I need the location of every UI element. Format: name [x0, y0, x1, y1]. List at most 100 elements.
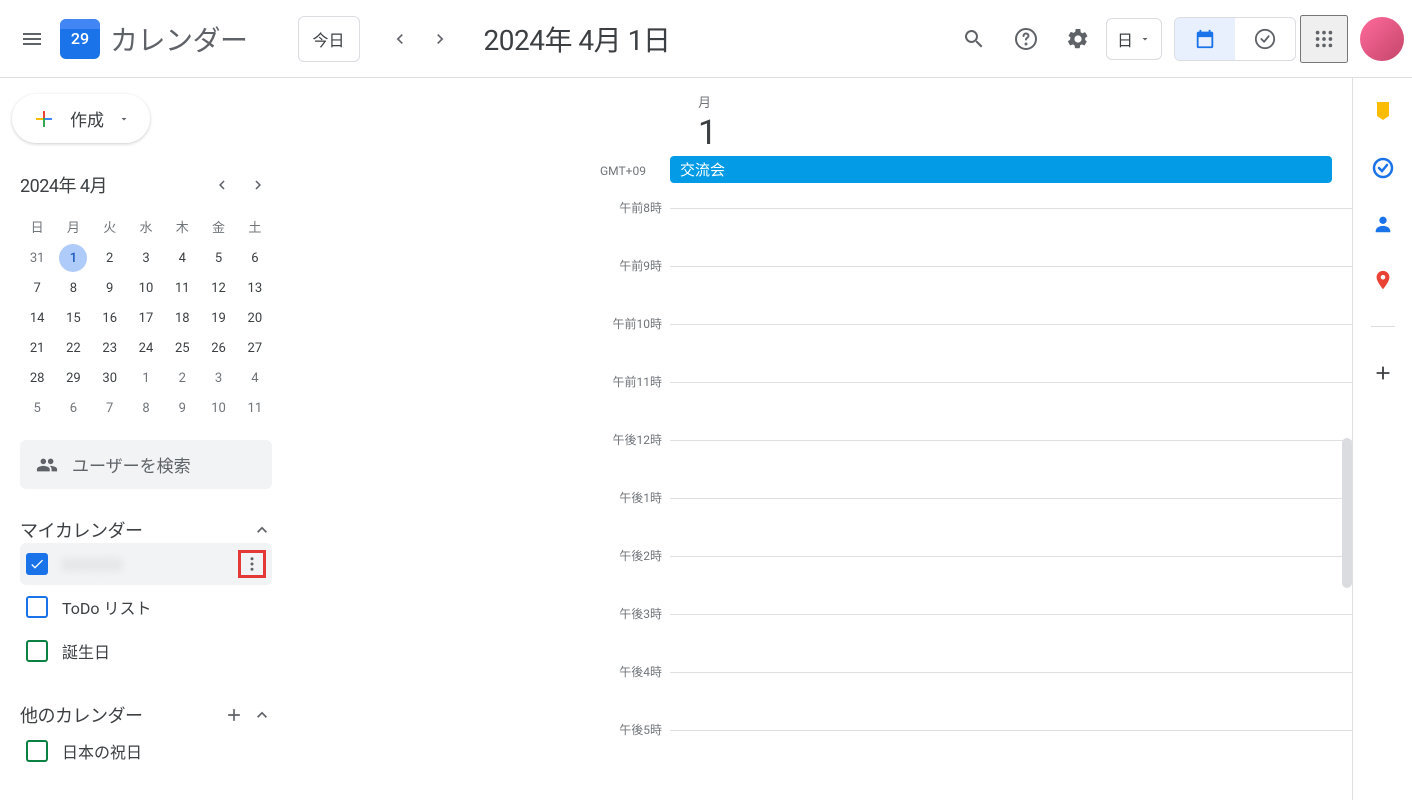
mini-day[interactable]: 3 — [132, 244, 160, 272]
more-vert-icon — [243, 555, 261, 573]
keep-button[interactable] — [1369, 98, 1397, 126]
time-slot[interactable]: 午前10時 — [670, 324, 1352, 382]
mini-day[interactable]: 16 — [96, 304, 124, 332]
calendar-item[interactable]: ToDo リスト — [20, 585, 272, 629]
search-users-input[interactable]: ユーザーを検索 — [20, 440, 272, 489]
tasks-view-button[interactable] — [1235, 18, 1295, 60]
mini-next-button[interactable] — [244, 171, 272, 199]
mini-day[interactable]: 7 — [23, 274, 51, 302]
calendar-options-button[interactable] — [238, 550, 266, 578]
calendar-view-button[interactable] — [1175, 18, 1235, 60]
today-button[interactable]: 今日 — [298, 16, 360, 62]
search-button[interactable] — [950, 15, 998, 63]
mini-day[interactable]: 21 — [23, 334, 51, 362]
mini-day[interactable]: 19 — [205, 304, 233, 332]
calendar-checkbox[interactable] — [26, 596, 48, 618]
mini-day[interactable]: 17 — [132, 304, 160, 332]
mini-day[interactable]: 6 — [59, 394, 87, 422]
mini-day[interactable]: 27 — [241, 334, 269, 362]
view-selector[interactable]: 日 — [1106, 18, 1162, 60]
time-slot[interactable]: 午前8時 — [670, 208, 1352, 266]
calendar-item[interactable]: XXXXXX — [20, 543, 272, 585]
plus-icon — [1372, 362, 1394, 384]
mini-prev-button[interactable] — [208, 171, 236, 199]
mini-day[interactable]: 8 — [132, 394, 160, 422]
mini-day[interactable]: 14 — [23, 304, 51, 332]
prev-day-button[interactable] — [380, 19, 420, 59]
mini-day[interactable]: 10 — [132, 274, 160, 302]
settings-button[interactable] — [1054, 15, 1102, 63]
mini-day[interactable]: 31 — [23, 244, 51, 272]
tasks-button[interactable] — [1369, 154, 1397, 182]
calendar-item[interactable]: 日本の祝日 — [20, 729, 272, 773]
mini-day[interactable]: 5 — [23, 394, 51, 422]
time-slot[interactable]: 午後2時 — [670, 556, 1352, 614]
mini-day[interactable]: 1 — [132, 364, 160, 392]
mini-day[interactable]: 10 — [205, 394, 233, 422]
mini-day[interactable]: 4 — [241, 364, 269, 392]
time-slot[interactable]: 午前9時 — [670, 266, 1352, 324]
calendar-checkbox[interactable] — [26, 553, 48, 575]
time-slot[interactable]: 午後5時 — [670, 730, 1352, 788]
mini-day[interactable]: 9 — [96, 274, 124, 302]
chevron-left-icon — [390, 29, 410, 49]
mini-day[interactable]: 13 — [241, 274, 269, 302]
all-day-event[interactable]: 交流会 — [670, 156, 1332, 183]
mini-day[interactable]: 25 — [168, 334, 196, 362]
mini-day[interactable]: 6 — [241, 244, 269, 272]
calendar-checkbox[interactable] — [26, 740, 48, 762]
next-day-button[interactable] — [420, 19, 460, 59]
mini-day[interactable]: 2 — [96, 244, 124, 272]
my-calendars-label: マイカレンダー — [20, 517, 143, 543]
help-icon — [1014, 27, 1038, 51]
mini-day[interactable]: 29 — [59, 364, 87, 392]
mini-day[interactable]: 28 — [23, 364, 51, 392]
day-column[interactable]: 月 1 GMT+09 交流会 午前8時午前9時午前10時午前11時午後12時午後… — [292, 78, 1352, 800]
mini-dow: 木 — [165, 211, 199, 242]
mini-day[interactable]: 23 — [96, 334, 124, 362]
my-calendars-header[interactable]: マイカレンダー — [20, 517, 272, 543]
mini-day[interactable]: 3 — [205, 364, 233, 392]
mini-day[interactable]: 11 — [241, 394, 269, 422]
mini-day[interactable]: 30 — [96, 364, 124, 392]
mini-day[interactable]: 9 — [168, 394, 196, 422]
add-calendar-button[interactable] — [220, 701, 248, 729]
time-slot[interactable]: 午後4時 — [670, 672, 1352, 730]
time-label: 午後3時 — [602, 605, 662, 622]
mini-day[interactable]: 15 — [59, 304, 87, 332]
app-logo[interactable]: 29 カレンダー — [60, 19, 248, 59]
mini-day[interactable]: 26 — [205, 334, 233, 362]
time-slot[interactable]: 午後1時 — [670, 498, 1352, 556]
mini-day[interactable]: 18 — [168, 304, 196, 332]
time-slot[interactable]: 午後12時 — [670, 440, 1352, 498]
menu-button[interactable] — [8, 15, 56, 63]
calendar-checkbox[interactable] — [26, 640, 48, 662]
calendar-item[interactable]: 誕生日 — [20, 629, 272, 673]
time-slot[interactable]: 午前11時 — [670, 382, 1352, 440]
mini-day[interactable]: 8 — [59, 274, 87, 302]
time-slot[interactable]: 午後3時 — [670, 614, 1352, 672]
mini-day[interactable]: 11 — [168, 274, 196, 302]
mini-day[interactable]: 4 — [168, 244, 196, 272]
other-calendars-header[interactable]: 他のカレンダー — [20, 701, 272, 729]
calendar-label: ToDo リスト — [62, 595, 152, 619]
mini-day[interactable]: 5 — [205, 244, 233, 272]
side-panel — [1352, 78, 1412, 800]
maps-button[interactable] — [1369, 266, 1397, 294]
mini-day[interactable]: 20 — [241, 304, 269, 332]
help-button[interactable] — [1002, 15, 1050, 63]
mini-day[interactable]: 24 — [132, 334, 160, 362]
add-addon-button[interactable] — [1369, 359, 1397, 387]
contacts-button[interactable] — [1369, 210, 1397, 238]
account-avatar[interactable] — [1360, 17, 1404, 61]
mini-day[interactable]: 12 — [205, 274, 233, 302]
mini-day[interactable]: 1 — [59, 244, 87, 272]
mini-day[interactable]: 7 — [96, 394, 124, 422]
mini-day[interactable]: 2 — [168, 364, 196, 392]
create-label: 作成 — [70, 106, 104, 131]
app-header: 29 カレンダー 今日 2024年 4月 1日 日 — [0, 0, 1412, 78]
create-button[interactable]: 作成 — [12, 94, 150, 143]
apps-button[interactable] — [1300, 15, 1348, 63]
scrollbar-thumb[interactable] — [1342, 438, 1352, 588]
mini-day[interactable]: 22 — [59, 334, 87, 362]
